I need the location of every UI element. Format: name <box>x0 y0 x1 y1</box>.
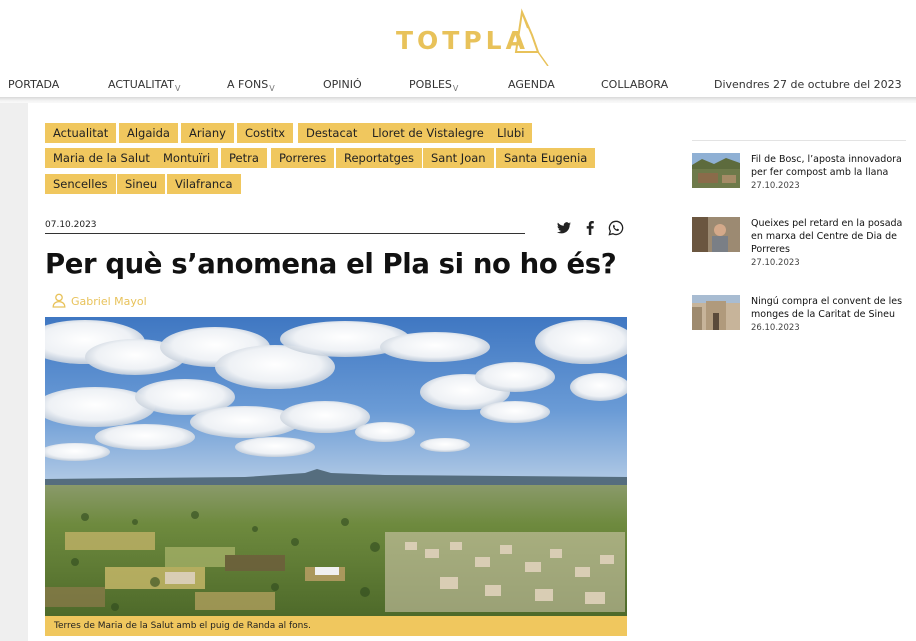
nav-item-actualitat[interactable]: ACTUALITATv <box>108 78 181 93</box>
tag-lloret-de-vistalegre[interactable]: Lloret de Vistalegre <box>364 123 492 143</box>
user-icon <box>52 293 66 308</box>
nav-item-a-fons[interactable]: A FONSv <box>227 78 275 93</box>
tag-actualitat[interactable]: Actualitat <box>45 123 117 143</box>
logo-text: TOTPLA <box>396 26 529 55</box>
nav-label: OPINIÓ <box>323 78 362 91</box>
tag-sineu[interactable]: Sineu <box>117 174 166 194</box>
article-date: 07.10.2023 <box>45 220 97 230</box>
nav-label: COLLABORA <box>601 78 669 91</box>
tag-porreres[interactable]: Porreres <box>271 148 335 168</box>
chevron-down-icon: v <box>452 84 459 93</box>
tag-ariany[interactable]: Ariany <box>181 123 234 143</box>
tag-montuiri[interactable]: Montuïri <box>155 148 219 168</box>
sidebar-divider <box>692 140 906 141</box>
logo-triangle-icon <box>514 8 549 66</box>
header-shadow <box>0 97 916 103</box>
nav-item-pobles[interactable]: POBLESv <box>409 78 459 93</box>
article-photo <box>45 317 627 616</box>
nav-item-portada[interactable]: PORTADA <box>8 78 59 91</box>
article-title: Per què s’anomena el Pla si no ho és? <box>45 248 617 280</box>
thumbnail-image <box>692 295 740 330</box>
current-date: Divendres 27 de octubre del 2023 <box>714 78 902 91</box>
news-thumbnail[interactable] <box>692 295 740 330</box>
news-title[interactable]: Queixes pel retard en la posada en marxa… <box>751 217 909 256</box>
main-nav: PORTADA ACTUALITATv A FONSv OPINIÓ POBLE… <box>0 72 916 98</box>
news-date: 27.10.2023 <box>751 258 800 268</box>
tag-sencelles[interactable]: Sencelles <box>45 174 116 194</box>
nav-label: ACTUALITAT <box>108 78 174 91</box>
nav-label: PORTADA <box>8 78 60 91</box>
landscape-photo <box>45 317 627 616</box>
chevron-down-icon: v <box>174 84 181 93</box>
news-title[interactable]: Fil de Bosc, l’aposta innovadora per fer… <box>751 153 909 179</box>
chevron-down-icon: v <box>269 84 275 93</box>
date-divider <box>45 233 525 234</box>
caption-text: Terres de Maria de la Salut amb el puig … <box>54 621 311 631</box>
nav-item-opinio[interactable]: OPINIÓ <box>323 78 362 91</box>
news-title[interactable]: Ningú compra el convent de les monges de… <box>751 295 909 321</box>
facebook-icon[interactable] <box>582 220 598 236</box>
nav-label: AGENDA <box>508 78 555 91</box>
photo-caption: Terres de Maria de la Salut amb el puig … <box>45 616 627 636</box>
tag-santa-eugenia[interactable]: Santa Eugenia <box>496 148 596 168</box>
tag-llubi[interactable]: Llubi <box>489 123 533 143</box>
tag-petra[interactable]: Petra <box>221 148 267 168</box>
tag-destacat[interactable]: Destacat <box>298 123 366 143</box>
nav-label: POBLES <box>409 78 452 91</box>
news-thumbnail[interactable] <box>692 153 740 188</box>
news-thumbnail[interactable] <box>692 217 740 252</box>
thumbnail-image <box>692 153 740 188</box>
author-name: Gabriel Mayol <box>71 295 147 308</box>
twitter-icon[interactable] <box>556 220 572 236</box>
tag-sant-joan[interactable]: Sant Joan <box>423 148 494 168</box>
tag-maria-de-la-salut[interactable]: Maria de la Salut <box>45 148 158 168</box>
site-logo[interactable]: TOTPLA <box>396 8 556 68</box>
nav-item-agenda[interactable]: AGENDA <box>508 78 555 91</box>
nav-label: A FONS <box>227 78 269 91</box>
nav-item-collabora[interactable]: COLLABORA <box>601 78 668 91</box>
whatsapp-icon[interactable] <box>608 220 624 236</box>
tag-vilafranca[interactable]: Vilafranca <box>167 174 241 194</box>
tag-reportatges[interactable]: Reportatges <box>336 148 423 168</box>
tag-algaida[interactable]: Algaida <box>119 123 178 143</box>
site-header: TOTPLA PORTADA ACTUALITATv A FONSv OPINI… <box>0 0 916 98</box>
left-gutter <box>0 103 28 641</box>
news-date: 27.10.2023 <box>751 181 800 191</box>
thumbnail-image <box>692 217 740 252</box>
tag-costitx[interactable]: Costitx <box>237 123 294 143</box>
news-date: 26.10.2023 <box>751 323 800 333</box>
